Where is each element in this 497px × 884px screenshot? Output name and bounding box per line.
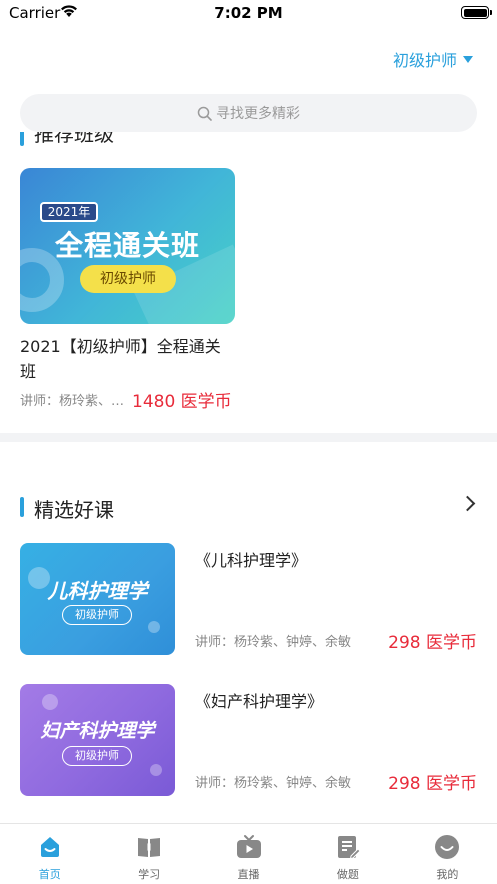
tab-profile[interactable]: 我的	[398, 824, 497, 884]
section-divider	[0, 433, 497, 442]
tab-label: 做题	[336, 868, 359, 881]
status-bar: Carrier 7:02 PM	[0, 0, 497, 26]
exam-icon	[337, 836, 361, 860]
home-icon	[40, 837, 59, 857]
section-marker	[20, 132, 24, 146]
tab-label: 直播	[237, 868, 260, 881]
course-price: 298 医学币	[388, 774, 477, 794]
recommend-heading: 推荐班级	[20, 132, 220, 148]
tv-icon	[236, 835, 261, 858]
tab-practice[interactable]: 做题	[298, 824, 397, 884]
thumb-title: 儿科护理学	[47, 579, 148, 603]
course-title: 《妇产科护理学》	[195, 692, 324, 711]
level-label: 初级护师	[392, 51, 457, 70]
thumb-tag: 初级护师	[62, 605, 132, 625]
tab-label: 首页	[38, 868, 61, 881]
course-title: 《儿科护理学》	[195, 551, 308, 570]
clock: 7:02 PM	[214, 4, 283, 22]
section-marker	[20, 497, 24, 517]
featured-course-title[interactable]: 2021【初级护师】全程通关班	[20, 334, 235, 384]
course-item[interactable]: 儿科护理学 初级护师 《儿科护理学》 讲师：杨玲紫、钟婷、余敏 298 医学币	[20, 543, 477, 655]
thumb-tag: 初级护师	[62, 746, 132, 766]
search-placeholder: 寻找更多精彩	[216, 106, 300, 122]
bottom-tab-bar: 首页 学习 直播 做题 我的	[0, 823, 497, 883]
tab-study[interactable]: 学习	[99, 824, 198, 884]
course-item[interactable]: 妇产科护理学 初级护师 《妇产科护理学》 讲师：杨玲紫、钟婷、余敏 298 医学…	[20, 684, 477, 796]
featured-course-teacher: 讲师：杨玲紫、钟婷	[20, 394, 128, 409]
caret-down-icon	[463, 55, 473, 63]
course-thumbnail: 妇产科护理学 初级护师	[20, 684, 175, 796]
recommend-title: 推荐班级	[34, 132, 114, 146]
featured-course-thumbnail[interactable]: 2021年 全程通关班 初级护师	[20, 168, 235, 324]
battery-icon	[461, 6, 489, 19]
level-selector[interactable]: 初级护师	[393, 47, 473, 71]
book-icon	[138, 838, 161, 857]
selected-section-header[interactable]: 精选好课	[20, 494, 477, 522]
profile-icon	[435, 835, 460, 859]
tab-home[interactable]: 首页	[0, 824, 99, 884]
thumb-decoration	[150, 764, 162, 776]
search-icon	[197, 106, 212, 121]
thumb-decoration	[148, 621, 160, 633]
thumb-title: 妇产科护理学	[40, 720, 155, 742]
thumb-tag: 初级护师	[80, 265, 176, 293]
tab-label: 学习	[138, 868, 161, 881]
course-thumbnail: 儿科护理学 初级护师	[20, 543, 175, 655]
search-bar[interactable]: 寻找更多精彩	[20, 94, 477, 132]
selected-section-title: 精选好课	[34, 498, 114, 522]
course-price: 298 医学币	[388, 633, 477, 653]
thumb-year-badge: 2021年	[40, 202, 98, 222]
tab-label: 我的	[436, 868, 459, 881]
thumb-title: 全程通关班	[54, 229, 200, 262]
course-teacher: 讲师：杨玲紫、钟婷、余敏	[195, 635, 352, 650]
thumb-decoration	[42, 694, 58, 710]
tab-live[interactable]: 直播	[199, 824, 298, 884]
chevron-right-icon[interactable]	[459, 495, 476, 512]
course-teacher: 讲师：杨玲紫、钟婷、余敏	[195, 776, 352, 791]
featured-course-price: 1480 医学币	[132, 392, 232, 412]
battery-cap	[490, 10, 492, 15]
